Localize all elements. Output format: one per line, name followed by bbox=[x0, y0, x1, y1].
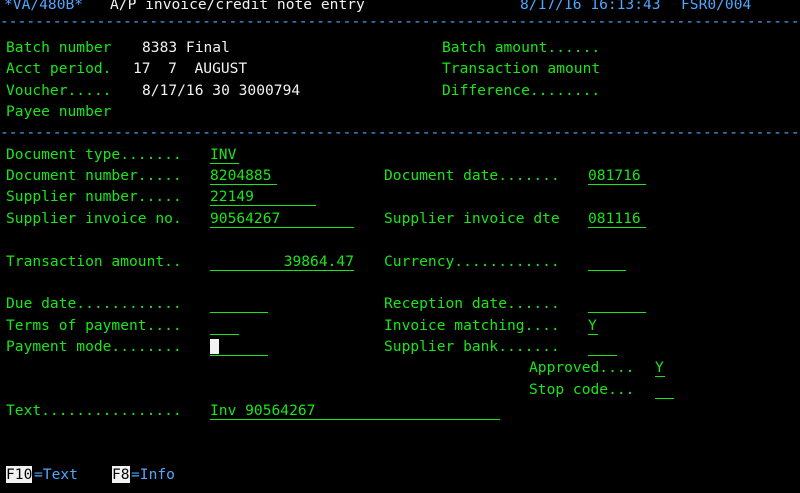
voucher-label: Voucher..... bbox=[6, 82, 112, 99]
batch-number-value: 8383 Final bbox=[142, 39, 230, 56]
text-field[interactable]: Inv 90564267 bbox=[210, 400, 500, 420]
reception-date-field[interactable] bbox=[588, 293, 646, 313]
supplier-invoice-dte-label: Supplier invoice dte bbox=[384, 210, 560, 227]
f8-key-label: =Info bbox=[131, 466, 175, 483]
separator-middle: ----------------------------------------… bbox=[0, 124, 800, 141]
approved-field[interactable]: Y bbox=[655, 357, 665, 377]
supplier-bank-label: Supplier bank....... bbox=[384, 338, 560, 355]
payee-number-label: Payee number bbox=[6, 103, 112, 120]
due-date-label: Due date............ bbox=[6, 295, 182, 312]
batch-amount-label: Batch amount...... bbox=[442, 39, 601, 56]
document-number-field[interactable]: 8204885 bbox=[210, 165, 277, 185]
invoice-matching-field[interactable]: Y bbox=[588, 315, 598, 335]
stop-code-label: Stop code... bbox=[529, 381, 635, 398]
supplier-invoice-no-label: Supplier invoice no. bbox=[6, 210, 182, 227]
difference-label: Difference........ bbox=[442, 82, 601, 99]
stop-code-field[interactable] bbox=[655, 379, 674, 399]
document-number-label: Document number..... bbox=[6, 167, 182, 184]
batch-transaction-amount-label: Transaction amount bbox=[442, 60, 601, 77]
acct-period-value: 17 7 AUGUST bbox=[133, 60, 248, 77]
batch-number-label: Batch number bbox=[6, 39, 112, 56]
reception-date-label: Reception date...... bbox=[384, 295, 560, 312]
supplier-number-field[interactable]: 22149 bbox=[210, 186, 316, 206]
voucher-value: 8/17/16 30 3000794 bbox=[142, 82, 301, 99]
separator-top: ----------------------------------------… bbox=[0, 13, 800, 30]
payment-mode-label: Payment mode........ bbox=[6, 338, 182, 355]
document-type-label: Document type....... bbox=[6, 146, 182, 163]
document-date-label: Document date....... bbox=[384, 167, 560, 184]
document-type-field[interactable]: INV bbox=[210, 144, 239, 164]
text-label: Text................ bbox=[6, 402, 182, 419]
terms-of-payment-label: Terms of payment.... bbox=[6, 317, 182, 334]
supplier-invoice-dte-field[interactable]: 081116 bbox=[588, 208, 646, 228]
supplier-invoice-no-field[interactable]: 90564267 bbox=[210, 208, 354, 228]
transaction-amount-label: Transaction amount.. bbox=[6, 253, 182, 270]
acct-period-label: Acct period. bbox=[6, 60, 112, 77]
f8-key[interactable]: F8 bbox=[112, 466, 130, 483]
transaction-amount-field[interactable]: 39864.47 bbox=[210, 251, 354, 271]
invoice-matching-label: Invoice matching.... bbox=[384, 317, 560, 334]
f10-key-label: =Text bbox=[34, 466, 78, 483]
terms-of-payment-field[interactable] bbox=[210, 315, 239, 335]
approved-label: Approved.... bbox=[529, 359, 635, 376]
due-date-field[interactable] bbox=[210, 293, 268, 313]
text-cursor bbox=[210, 339, 219, 354]
document-date-field[interactable]: 081716 bbox=[588, 165, 646, 185]
currency-label: Currency............ bbox=[384, 253, 560, 270]
currency-field[interactable] bbox=[588, 251, 626, 271]
supplier-number-label: Supplier number..... bbox=[6, 188, 182, 205]
supplier-bank-field[interactable] bbox=[588, 336, 617, 356]
f10-key[interactable]: F10 bbox=[6, 466, 33, 483]
